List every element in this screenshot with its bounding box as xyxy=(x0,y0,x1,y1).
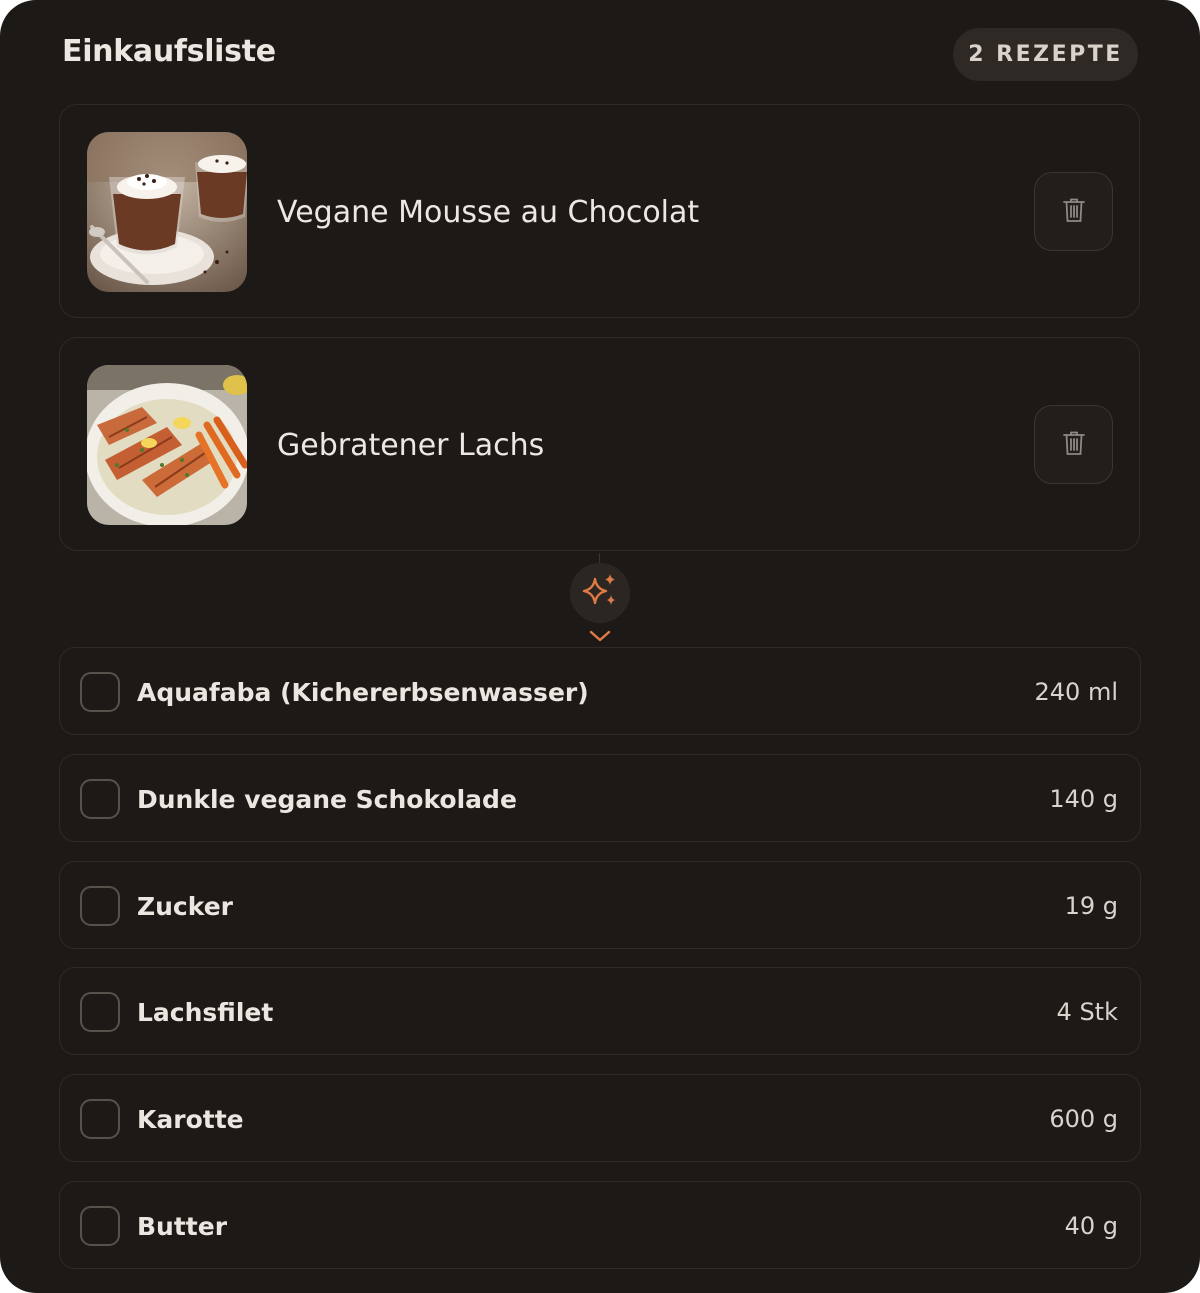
ingredient-name: Butter xyxy=(137,1211,228,1241)
recipe-image-mousse xyxy=(87,132,247,292)
recipe-image-salmon xyxy=(87,365,247,525)
ingredient-checkbox[interactable] xyxy=(80,1099,120,1139)
ingredient-quantity: 140 g xyxy=(1049,785,1118,813)
ingredient-quantity: 4 Stk xyxy=(1056,998,1118,1026)
delete-recipe-button[interactable] xyxy=(1034,405,1113,484)
recipe-card-salmon: Gebratener Lachs xyxy=(59,337,1140,551)
ingredient-row: Lachsfilet 4 Stk xyxy=(59,967,1141,1055)
sparkles-icon xyxy=(580,571,620,615)
ingredient-row: Butter 40 g xyxy=(59,1181,1141,1269)
trash-icon xyxy=(1062,197,1086,227)
ingredient-checkbox[interactable] xyxy=(80,886,120,926)
trash-icon xyxy=(1062,430,1086,460)
ingredient-row: Aquafaba (Kichererbsenwasser) 240 ml xyxy=(59,647,1141,735)
ingredient-quantity: 600 g xyxy=(1049,1105,1118,1133)
ingredient-checkbox[interactable] xyxy=(80,779,120,819)
recipe-title: Gebratener Lachs xyxy=(277,427,545,463)
ingredient-checkbox[interactable] xyxy=(80,1206,120,1246)
ingredient-quantity: 19 g xyxy=(1064,892,1118,920)
ingredient-name: Dunkle vegane Schokolade xyxy=(137,784,517,814)
ingredient-name: Karotte xyxy=(137,1104,244,1134)
ingredient-name: Lachsfilet xyxy=(137,997,274,1027)
page-title: Einkaufsliste xyxy=(62,34,276,69)
recipe-title: Vegane Mousse au Chocolat xyxy=(277,194,700,230)
ingredient-checkbox[interactable] xyxy=(80,672,120,712)
ingredient-row: Zucker 19 g xyxy=(59,861,1141,949)
recipe-count-badge: 2 REZEPTE xyxy=(953,28,1138,81)
ingredient-quantity: 40 g xyxy=(1064,1212,1118,1240)
ingredient-name: Aquafaba (Kichererbsenwasser) xyxy=(137,677,589,707)
shopping-list-panel: Einkaufsliste 2 REZEPTE Vegane Mousse au… xyxy=(0,0,1200,1293)
ai-sparkle-button[interactable] xyxy=(570,563,630,623)
ingredient-name: Zucker xyxy=(137,891,233,921)
ingredient-checkbox[interactable] xyxy=(80,992,120,1032)
delete-recipe-button[interactable] xyxy=(1034,172,1113,251)
ingredient-row: Dunkle vegane Schokolade 140 g xyxy=(59,754,1141,842)
ingredient-row: Karotte 600 g xyxy=(59,1074,1141,1162)
chevron-down-icon xyxy=(589,628,611,647)
ingredient-quantity: 240 ml xyxy=(1034,678,1118,706)
recipe-card-mousse: Vegane Mousse au Chocolat xyxy=(59,104,1140,318)
